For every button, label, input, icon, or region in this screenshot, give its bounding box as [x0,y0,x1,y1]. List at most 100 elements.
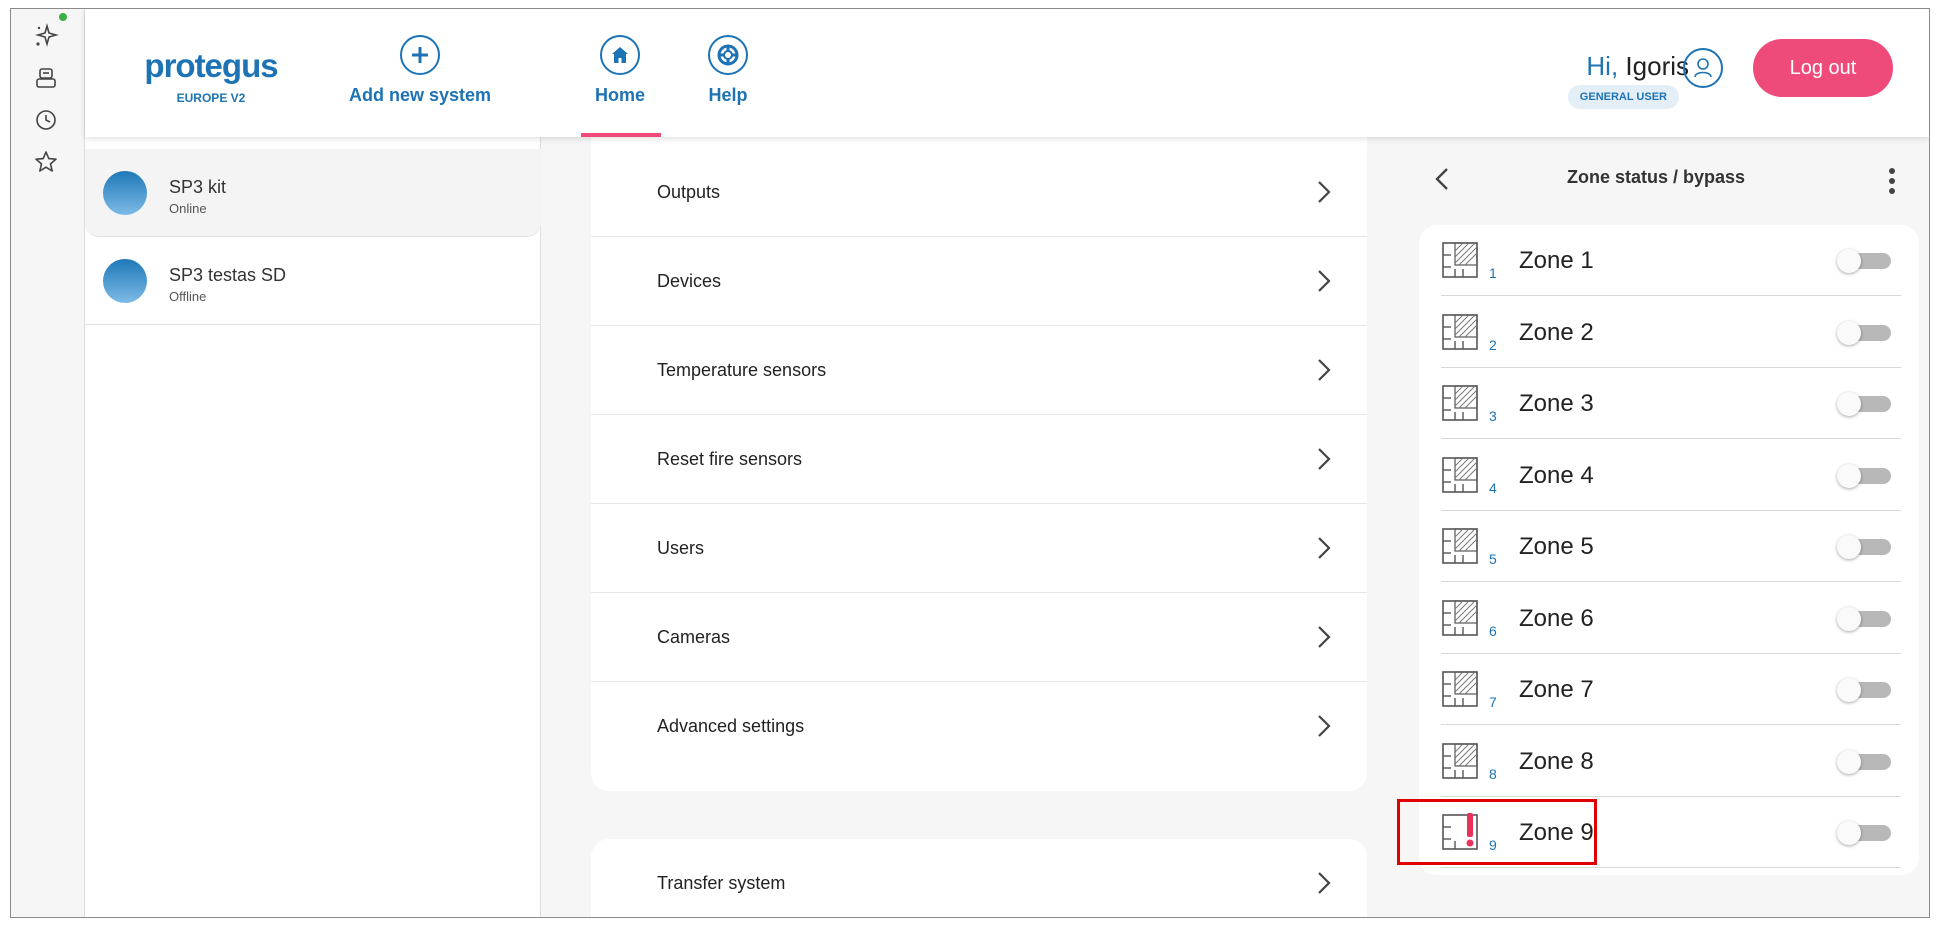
zone-bypass-toggle[interactable] [1837,606,1891,631]
zone-number: 3 [1489,408,1497,424]
zone-name: Zone 6 [1519,604,1594,632]
user-greeting: Hi, Igoris [1586,51,1689,82]
zone-row[interactable]: 4 Zone 4 [1441,440,1901,511]
zone-name: Zone 4 [1519,461,1594,489]
chevron-right-icon [1318,626,1331,648]
zone-number: 8 [1489,765,1497,782]
zone-number: 1 [1489,265,1497,281]
nav-home[interactable]: Home [595,35,645,106]
zone-icon [1441,237,1491,283]
zone-row[interactable]: 2 Zone 2 [1441,297,1901,368]
menu-item-outputs[interactable]: Outputs [591,148,1367,237]
menu-item-temperature-sensors[interactable]: Temperature sensors [591,326,1367,415]
logo-text: protegus [144,47,278,84]
menu-item-label: Outputs [657,182,721,202]
chevron-right-icon [1318,181,1331,203]
chevron-left-icon[interactable] [1431,165,1455,193]
toggle-knob [1837,749,1861,774]
system-name: SP3 testas SD [169,265,287,285]
zone-number: 2 [1489,336,1497,353]
toggle-knob [1837,392,1861,416]
menu-item-users[interactable]: Users [591,504,1367,593]
toggle-knob [1837,463,1861,488]
zone-bypass-toggle[interactable] [1837,463,1891,488]
menu-item-label: Users [657,538,705,558]
menu-item-reset-fire-sensors[interactable]: Reset fire sensors [591,415,1367,504]
zone-bypass-toggle[interactable] [1837,821,1891,845]
zone-row[interactable]: 5 Zone 5 [1441,511,1901,582]
browser-side-rail [11,9,85,917]
menu-card: Outputs Devices Temperature sensors Rese… [591,107,1367,791]
user-role-badge: GENERAL USER [1567,85,1679,109]
toggle-knob [1837,678,1861,702]
system-avatar [103,171,147,215]
zone-row[interactable]: 8 Zone 8 [1441,726,1901,797]
robot-icon[interactable] [31,63,61,93]
plus-icon [400,35,441,75]
menu-item-devices[interactable]: Devices [591,237,1367,326]
zone-name: Zone 8 [1519,747,1594,775]
chevron-right-icon [1318,270,1331,292]
menu-item-label: Reset fire sensors [657,449,803,469]
system-name: SP3 kit [169,177,227,197]
zone-bypass-toggle[interactable] [1837,392,1891,416]
menu-item-advanced-settings[interactable]: Advanced settings [591,682,1367,771]
menu-item-label: Devices [657,271,722,291]
transfer-card: Transfer system [591,839,1367,917]
system-item-sp3-testas-sd[interactable]: SP3 testas SD Offline [85,237,541,325]
toggle-knob [1837,821,1861,845]
zone-icon [1441,452,1491,498]
chevron-right-icon [1318,872,1331,894]
menu-item-label: Temperature sensors [657,360,827,380]
add-new-system-button[interactable]: Add new system [349,35,491,106]
zone-row[interactable]: 7 Zone 7 [1441,654,1901,725]
help-label: Help [708,85,748,105]
zone-name: Zone 2 [1519,318,1594,346]
user-profile-icon[interactable] [1683,48,1723,88]
zone-name: Zone 7 [1519,676,1594,703]
star-icon[interactable] [31,147,61,177]
zone-number: 4 [1489,479,1497,496]
zone-bypass-toggle[interactable] [1837,678,1891,702]
app-window: protegus EUROPE V2 Add new system Home H… [10,8,1930,918]
zone-icon [1441,523,1491,569]
zone-bypass-toggle[interactable] [1837,320,1891,345]
more-vertical-icon[interactable] [1887,165,1897,197]
menu-item-label: Cameras [657,627,731,647]
history-icon[interactable] [31,105,61,135]
zone-number: 6 [1489,622,1497,639]
zone-bypass-toggle[interactable] [1837,749,1891,774]
panel-title: Zone status / bypass [1566,167,1746,187]
menu-item-transfer-system[interactable]: Transfer system [591,839,1367,917]
zone-number: 7 [1489,694,1497,710]
logout-button[interactable]: Log out [1753,39,1893,97]
zone-bypass-toggle[interactable] [1837,535,1891,559]
active-tab-indicator [581,133,661,137]
zone-icon [1441,595,1491,641]
menu-item-label: Advanced settings [657,716,805,736]
chevron-right-icon [1318,715,1331,737]
zone-bypass-toggle[interactable] [1837,249,1891,273]
home-label: Home [595,85,646,105]
nav-help[interactable]: Help [708,35,748,106]
lifebuoy-icon [708,35,748,75]
system-item-sp3-kit[interactable]: SP3 kit Online [85,149,541,237]
logo-region: EUROPE V2 [176,91,246,105]
zone-row[interactable]: 6 Zone 6 [1441,583,1901,654]
zone-name: Zone 3 [1519,390,1594,417]
zone-list: 1 Zone 1 2 Zone 2 3 Zone 3 4 Zone 4 5 Zone 5 6 Zone… [1419,225,1919,875]
user-name: Igoris [1625,51,1689,81]
zone-icon [1441,380,1491,426]
protegus-logo[interactable]: protegus EUROPE V2 [141,47,281,105]
chevron-right-icon [1318,448,1331,470]
system-status: Online [169,201,207,216]
zone-name: Zone 1 [1519,247,1594,274]
zone-row[interactable]: 1 Zone 1 [1441,225,1901,296]
toggle-knob [1837,249,1861,273]
chevron-right-icon [1318,537,1331,559]
alarm-zone-highlight [1397,799,1597,865]
sparkle-icon[interactable] [31,21,61,51]
menu-item-cameras[interactable]: Cameras [591,593,1367,682]
chevron-right-icon [1318,359,1331,381]
zone-row[interactable]: 3 Zone 3 [1441,368,1901,439]
